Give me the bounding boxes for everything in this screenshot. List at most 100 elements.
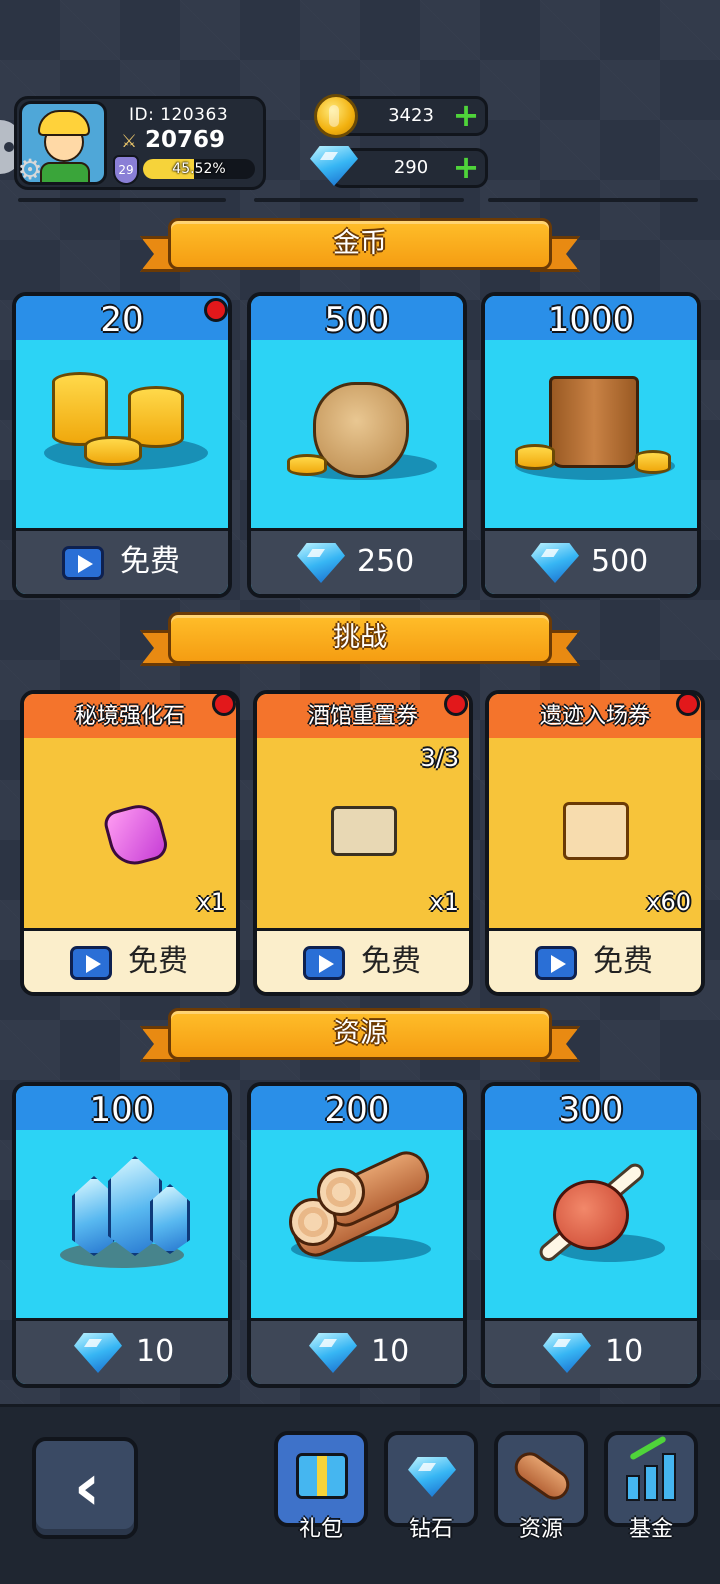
card-footer[interactable]: 免费 (24, 928, 236, 992)
item-quantity: x60 (646, 888, 691, 916)
diamond-icon (297, 543, 345, 583)
coin-stack-icon (128, 386, 184, 448)
daily-quota: 3/3 (420, 744, 459, 772)
card-footer[interactable]: 500 (485, 528, 697, 594)
card-footer[interactable]: 免费 (257, 928, 469, 992)
chart-icon (626, 1475, 640, 1501)
bottom-navigation: ‹ 礼包 钻石 资源 基金 (0, 1404, 720, 1584)
section-title: 挑战 (333, 622, 387, 653)
gift-icon (296, 1453, 348, 1499)
shop-card-gold-500[interactable]: 500 250 (247, 292, 467, 598)
log-icon (508, 1446, 576, 1506)
video-play-icon (62, 546, 104, 580)
tab-label: 资源 (518, 1517, 563, 1542)
card-title: 遗迹入场券 (489, 694, 701, 738)
card-footer[interactable]: 10 (251, 1318, 463, 1384)
shop-card-ruins-ticket[interactable]: 遗迹入场券 x60 免费 (485, 690, 705, 996)
tab-label: 礼包 (298, 1517, 343, 1542)
avatar-body (40, 162, 90, 182)
tab-label: 基金 (628, 1517, 673, 1542)
header-divider (18, 198, 226, 202)
coin-stack-icon (287, 454, 327, 476)
cost-label: 10 (371, 1334, 410, 1369)
notification-dot (676, 692, 700, 716)
video-play-icon (303, 946, 345, 980)
add-gold-button[interactable]: + (451, 99, 481, 131)
shop-card-crystal-100[interactable]: 100 10 (12, 1082, 232, 1388)
shop-card-gold-20[interactable]: 20 免费 (12, 292, 232, 598)
card-footer[interactable]: 免费 (489, 928, 701, 992)
notification-dot (444, 692, 468, 716)
reset-ticket-icon (331, 806, 397, 856)
diamond-icon (310, 146, 358, 186)
tab-label: 钻石 (408, 1517, 453, 1542)
cost-label: 免费 (593, 944, 653, 979)
card-amount: 100 (16, 1086, 228, 1130)
cost-label: 250 (357, 544, 415, 579)
section-banner-resources: 资源 (140, 1004, 580, 1068)
diamond-icon (74, 1333, 122, 1373)
section-title: 资源 (333, 1018, 387, 1049)
video-play-icon (70, 946, 112, 980)
avatar-hair (38, 110, 90, 136)
notification-dot (212, 692, 236, 716)
shop-card-gold-1000[interactable]: 1000 500 (481, 292, 701, 598)
item-quantity: x1 (429, 888, 459, 916)
gold-coin-icon (314, 94, 358, 138)
gold-sack-icon (313, 382, 409, 478)
gear-icon[interactable]: ⚙ (15, 155, 45, 185)
add-diamond-button[interactable]: + (451, 151, 481, 183)
chevron-left-icon: ‹ (73, 1451, 101, 1525)
card-footer[interactable]: 10 (16, 1318, 228, 1384)
gold-bucket-icon (549, 376, 639, 468)
card-amount: 20 (16, 296, 228, 340)
cost-label: 免费 (128, 944, 188, 979)
card-amount: 1000 (485, 296, 697, 340)
video-play-icon (535, 946, 577, 980)
wood-log-end (317, 1168, 365, 1216)
card-title: 酒馆重置券 (257, 694, 469, 738)
cost-label: 10 (136, 1334, 175, 1369)
player-profile-panel[interactable]: ⚙ ID: 120363 ⚔ 20769 29 45.52% (14, 96, 266, 190)
back-button[interactable]: ‹ (32, 1437, 138, 1539)
section-banner-challenge: 挑战 (140, 608, 580, 672)
chart-bar (662, 1453, 676, 1501)
meat-icon (553, 1180, 629, 1250)
cost-label: 10 (605, 1334, 644, 1369)
card-amount: 500 (251, 296, 463, 340)
header-divider (488, 198, 698, 202)
level-badge: 29 (113, 155, 139, 185)
card-amount: 200 (251, 1086, 463, 1130)
section-title: 金币 (333, 228, 387, 259)
chart-bar (644, 1465, 658, 1501)
cost-label: 免费 (361, 944, 421, 979)
item-quantity: x1 (196, 888, 226, 916)
shop-card-wood-200[interactable]: 200 10 (247, 1082, 467, 1388)
header-divider (254, 198, 464, 202)
xp-bar: 45.52% (143, 159, 255, 179)
diamond-icon (531, 543, 579, 583)
diamond-icon (309, 1333, 357, 1373)
cost-label: 免费 (120, 544, 180, 579)
shop-card-enhance-stone[interactable]: 秘境强化石 x1 免费 (20, 690, 240, 996)
card-footer[interactable]: 10 (485, 1318, 697, 1384)
diamond-amount: 290 (393, 157, 429, 178)
coin-stack-icon (635, 450, 671, 474)
diamond-icon (543, 1333, 591, 1373)
coin-stack-icon (84, 436, 142, 466)
combat-power: 20769 (145, 127, 226, 153)
shop-card-meat-300[interactable]: 300 10 (481, 1082, 701, 1388)
player-id: ID: 120363 (129, 105, 229, 125)
coin-stack-icon (52, 372, 108, 446)
shop-card-tavern-reset[interactable]: 酒馆重置券 3/3 x1 免费 (253, 690, 473, 996)
card-footer[interactable]: 250 (251, 528, 463, 594)
cost-label: 500 (591, 544, 649, 579)
sword-icon: ⚔ (121, 131, 138, 152)
coin-stack-icon (515, 444, 555, 470)
treasure-map-icon (563, 802, 629, 860)
card-title: 秘境强化石 (24, 694, 236, 738)
section-banner-gold: 金币 (140, 214, 580, 278)
card-footer[interactable]: 免费 (16, 528, 228, 594)
gold-amount: 3423 (388, 105, 434, 126)
notification-dot (204, 298, 228, 322)
